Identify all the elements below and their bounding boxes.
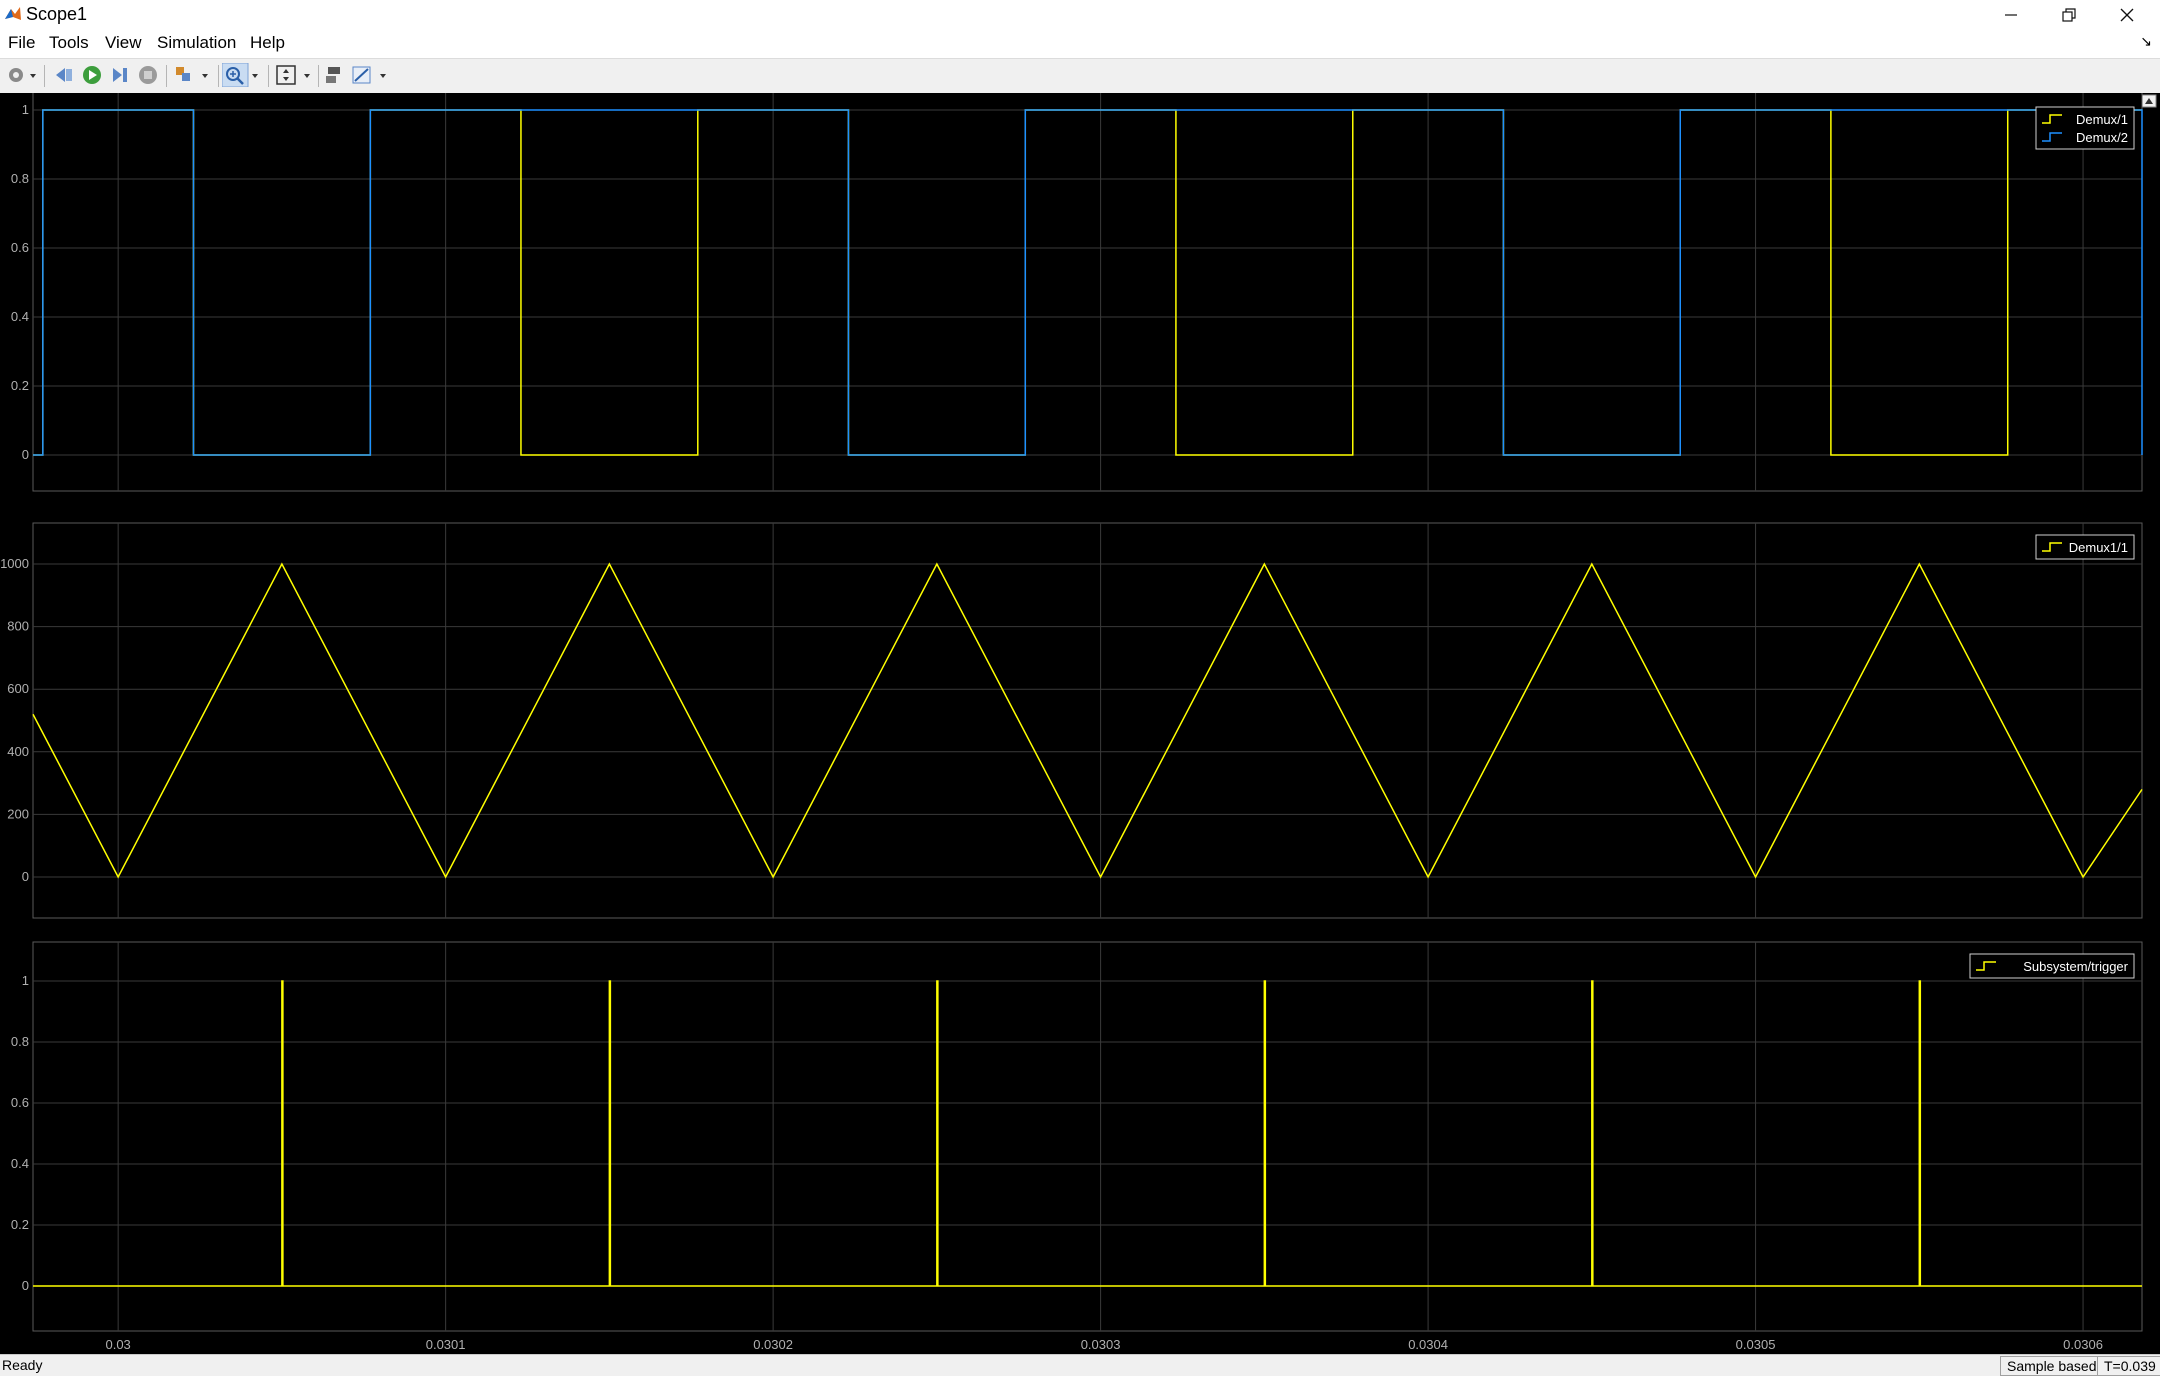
plot-axes-2[interactable] bbox=[32, 522, 2143, 919]
close-button[interactable] bbox=[2098, 0, 2156, 30]
y-tick-label: 200 bbox=[7, 806, 29, 821]
minimize-button[interactable] bbox=[1982, 0, 2040, 30]
toolbar bbox=[0, 58, 2160, 94]
y-tick-label: 400 bbox=[7, 744, 29, 759]
matlab-icon bbox=[5, 7, 21, 20]
menu-help[interactable]: Help bbox=[250, 32, 285, 54]
zoom-in-icon[interactable] bbox=[222, 63, 262, 87]
plot-axes-3[interactable] bbox=[32, 941, 2143, 1332]
y-tick-label: 0 bbox=[22, 447, 29, 462]
legend-label: Demux/2 bbox=[2076, 130, 2128, 145]
back-icon[interactable] bbox=[52, 63, 76, 87]
title-bar: Scope1 bbox=[0, 0, 2160, 30]
step-forward-icon[interactable] bbox=[108, 63, 132, 87]
y-tick-label: 1 bbox=[22, 973, 29, 988]
simulation-time: T=0.039 bbox=[2097, 1356, 2160, 1376]
status-ready: Ready bbox=[2, 1357, 43, 1373]
plot-axes-1[interactable] bbox=[32, 93, 2143, 492]
y-tick-label: 0.6 bbox=[11, 240, 29, 255]
sample-mode-indicator: Sample based bbox=[2000, 1356, 2104, 1376]
y-tick-label: 1000 bbox=[0, 556, 29, 571]
cursor-measure-icon[interactable] bbox=[350, 63, 390, 87]
y-tick-label: 0.4 bbox=[11, 309, 29, 324]
minimize-icon bbox=[2005, 14, 2017, 16]
restore-button[interactable] bbox=[2040, 0, 2098, 30]
x-tick-label: 0.0306 bbox=[2063, 1337, 2103, 1352]
menu-simulation[interactable]: Simulation bbox=[157, 32, 236, 54]
menu-view[interactable]: View bbox=[105, 32, 142, 54]
x-tick-label: 0.0302 bbox=[753, 1337, 793, 1352]
y-tick-label: 0.2 bbox=[11, 378, 29, 393]
y-tick-label: 0.2 bbox=[11, 1217, 29, 1232]
dock-arrow-icon[interactable]: ↘ bbox=[2140, 33, 2152, 50]
y-tick-label: 1 bbox=[22, 102, 29, 117]
y-tick-label: 0.8 bbox=[11, 171, 29, 186]
scope-display: 0 0.2 0.4 0.6 0.8 1 Demux/1 Demux/2 0 200 400 600 80… bbox=[0, 93, 2160, 1354]
x-tick-label: 0.0303 bbox=[1081, 1337, 1121, 1352]
y-tick-label: 600 bbox=[7, 681, 29, 696]
toolbar-separator bbox=[218, 65, 219, 87]
legend-label: Demux1/1 bbox=[2069, 540, 2128, 555]
x-tick-label: 0.03 bbox=[105, 1337, 130, 1352]
scope-plots[interactable]: 0 0.2 0.4 0.6 0.8 1 Demux/1 Demux/2 0 200 400 600 80… bbox=[0, 93, 2160, 1354]
restore-icon bbox=[2062, 8, 2076, 22]
x-tick-label: 0.0301 bbox=[426, 1337, 466, 1352]
y-tick-label: 0.4 bbox=[11, 1156, 29, 1171]
window-title: Scope1 bbox=[26, 4, 88, 24]
y-tick-label: 800 bbox=[7, 619, 29, 634]
status-bar: Ready Sample based T=0.039 bbox=[0, 1354, 2160, 1376]
y-tick-label: 0 bbox=[22, 1278, 29, 1293]
menu-tools[interactable]: Tools bbox=[49, 32, 89, 54]
menu-file[interactable]: File bbox=[8, 32, 35, 54]
triggers-icon[interactable] bbox=[322, 63, 346, 87]
run-icon[interactable] bbox=[80, 63, 104, 87]
highlight-icon[interactable] bbox=[172, 63, 212, 87]
toolbar-separator bbox=[44, 65, 45, 87]
fit-to-view-icon[interactable] bbox=[274, 63, 314, 87]
stop-icon[interactable] bbox=[136, 63, 160, 87]
y-tick-label: 0 bbox=[22, 869, 29, 884]
y-tick-label: 0.8 bbox=[11, 1034, 29, 1049]
close-icon bbox=[2120, 8, 2134, 22]
toolbar-separator bbox=[318, 65, 319, 87]
gear-icon[interactable] bbox=[6, 63, 36, 87]
toolbar-separator bbox=[268, 65, 269, 87]
toolbar-separator bbox=[166, 65, 167, 87]
x-tick-label: 0.0304 bbox=[1408, 1337, 1448, 1352]
menu-bar: File Tools View Simulation Help ↘ bbox=[0, 30, 2160, 58]
y-tick-label: 0.6 bbox=[11, 1095, 29, 1110]
legend-label: Subsystem/trigger bbox=[2023, 959, 2128, 974]
x-tick-label: 0.0305 bbox=[1736, 1337, 1776, 1352]
legend-label: Demux/1 bbox=[2076, 112, 2128, 127]
